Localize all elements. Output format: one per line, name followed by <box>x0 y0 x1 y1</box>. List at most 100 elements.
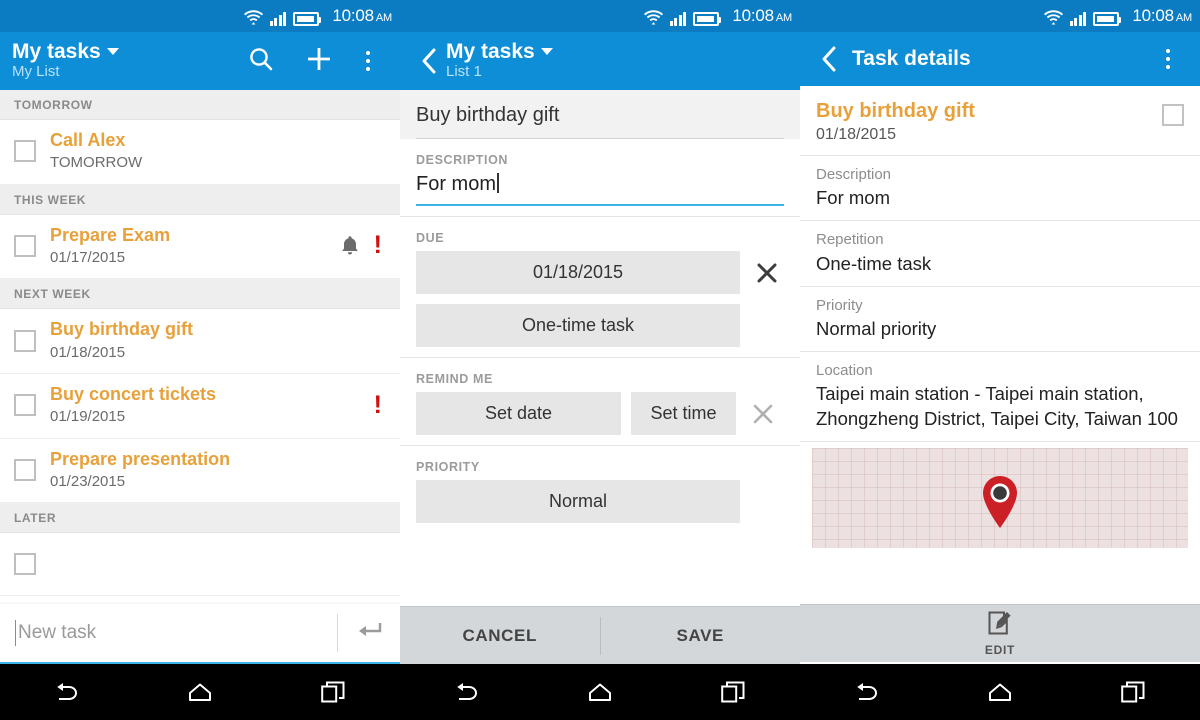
remind-set-date-button[interactable]: Set date <box>416 392 621 435</box>
due-clear-button[interactable] <box>750 262 784 284</box>
task-complete-checkbox[interactable] <box>1162 104 1184 126</box>
task-text: Buy concert tickets 01/19/2015 <box>50 383 374 428</box>
task-title <box>50 552 386 575</box>
cancel-button[interactable]: CANCEL <box>400 626 600 646</box>
nav-back-button[interactable] <box>432 682 502 702</box>
action-bar: My tasks List 1 <box>400 32 800 90</box>
task-checkbox[interactable] <box>14 329 36 352</box>
overflow-menu-button[interactable] <box>348 32 388 90</box>
action-bar: Task details <box>800 32 1200 86</box>
status-bar: 10:08 AM <box>400 0 800 32</box>
android-nav-bar <box>800 664 1200 720</box>
remind-set-time-button[interactable]: Set time <box>631 392 736 435</box>
wifi-icon <box>1043 9 1063 26</box>
action-bar-titles[interactable]: My tasks List 1 <box>446 40 788 82</box>
new-task-input[interactable]: New task <box>0 622 337 644</box>
description-input[interactable]: For mom <box>416 173 784 206</box>
remind-clear-button[interactable] <box>746 403 780 425</box>
nav-recents-button[interactable] <box>298 681 368 703</box>
task-checkbox[interactable] <box>14 394 36 417</box>
task-text <box>50 552 386 575</box>
nav-back-icon <box>854 682 880 702</box>
nav-recents-icon <box>721 681 745 703</box>
status-bar: 10:08 AM <box>800 0 1200 32</box>
nav-home-button[interactable] <box>965 682 1035 702</box>
android-nav-bar <box>400 664 800 720</box>
priority-exclamation-icon: ! <box>373 231 382 260</box>
task-text: Prepare presentation 01/23/2015 <box>50 448 382 493</box>
task-text: Prepare Exam 01/17/2015 <box>50 224 340 269</box>
section-header-later: LATER <box>0 503 400 534</box>
action-bar-actions <box>1148 30 1188 88</box>
edit-action-bar[interactable]: EDIT <box>800 604 1200 662</box>
back-button[interactable] <box>812 46 846 72</box>
status-bar: 10:08 AM <box>0 0 400 32</box>
task-checkbox[interactable] <box>14 552 36 575</box>
section-header-next-week: NEXT WEEK <box>0 279 400 310</box>
nav-back-button[interactable] <box>832 682 902 702</box>
nav-home-icon <box>988 682 1012 702</box>
due-label: DUE <box>416 231 445 245</box>
search-icon <box>248 46 274 77</box>
task-row-buy-concert-tickets[interactable]: Buy concert tickets 01/19/2015 ! <box>0 373 400 439</box>
nav-recents-button[interactable] <box>1098 681 1168 703</box>
status-clock: 10:08 AM <box>1132 6 1192 25</box>
task-row-prepare-exam[interactable]: Prepare Exam 01/17/2015 ! <box>0 214 400 280</box>
nav-home-button[interactable] <box>565 682 635 702</box>
battery-icon <box>693 12 722 26</box>
row-value: One-time task <box>816 252 932 274</box>
section-header-tomorrow: TOMORROW <box>0 90 400 120</box>
row-value: For mom <box>816 187 890 209</box>
overflow-menu-button[interactable] <box>1148 30 1188 88</box>
remind-row: Set date Set time <box>416 392 784 435</box>
status-icons: 10:08 AM <box>643 6 792 26</box>
add-task-button[interactable] <box>290 32 348 90</box>
task-checkbox[interactable] <box>14 140 36 163</box>
task-row-buy-birthday-gift[interactable]: Buy birthday gift 01/18/2015 <box>0 309 400 374</box>
remind-label: REMIND ME <box>416 372 493 386</box>
task-row-call-alex[interactable]: Call Alex TOMORROW <box>0 120 400 185</box>
task-details-content: Buy birthday gift 01/18/2015 Description… <box>800 86 1200 664</box>
edit-label: EDIT <box>984 643 1016 657</box>
back-button[interactable] <box>412 48 446 74</box>
task-list[interactable]: TOMORROW Call Alex TOMORROW THIS WEEK Pr… <box>0 90 400 664</box>
screen-task-details: 10:08 AM Task details Buy birthday gift 0… <box>800 0 1200 720</box>
task-checkbox[interactable] <box>14 234 36 257</box>
search-button[interactable] <box>232 32 290 90</box>
status-icons: 10:08 AM <box>243 6 392 26</box>
nav-home-button[interactable] <box>165 682 235 702</box>
nav-recents-button[interactable] <box>698 681 768 703</box>
status-icons: 10:08 AM <box>1043 6 1192 26</box>
due-repeat-button[interactable]: One-time task <box>416 304 740 347</box>
chevron-down-icon <box>106 47 119 55</box>
new-task-bar[interactable]: New task <box>0 604 400 664</box>
enter-key-button[interactable] <box>338 621 400 646</box>
page-title: Task details <box>852 47 971 70</box>
action-bar: My tasks My List <box>0 32 400 90</box>
row-value: Normal priority <box>816 317 937 339</box>
due-date-button[interactable]: 01/18/2015 <box>416 251 740 294</box>
overflow-menu-icon <box>1165 48 1171 70</box>
action-bar-titles[interactable]: My tasks My List <box>12 40 232 82</box>
page-subtitle: List 1 <box>446 63 482 81</box>
page-title: My tasks <box>12 40 232 64</box>
task-row-partially-visible[interactable] <box>0 533 400 597</box>
priority-button[interactable]: Normal <box>416 480 740 523</box>
task-title: Prepare presentation <box>50 448 231 469</box>
save-button[interactable]: SAVE <box>601 626 801 646</box>
signal-icon <box>269 11 287 26</box>
location-map[interactable] <box>812 447 1188 548</box>
details-row-priority: Priority Normal priority <box>800 287 1200 352</box>
nav-back-button[interactable] <box>32 682 102 702</box>
edit-pencil-icon <box>987 610 1013 641</box>
task-title: Call Alex <box>50 130 126 150</box>
battery-icon <box>293 12 322 26</box>
task-title: Buy birthday gift <box>816 100 975 122</box>
task-title-input[interactable]: Buy birthday gift <box>416 104 784 139</box>
task-title: Buy birthday gift <box>50 319 193 340</box>
chevron-down-icon <box>540 47 553 55</box>
task-row-prepare-presentation[interactable]: Prepare presentation 01/23/2015 <box>0 438 400 504</box>
task-checkbox[interactable] <box>14 458 36 481</box>
task-title-field-wrap: Buy birthday gift <box>400 90 800 139</box>
status-clock: 10:08 AM <box>332 6 392 25</box>
